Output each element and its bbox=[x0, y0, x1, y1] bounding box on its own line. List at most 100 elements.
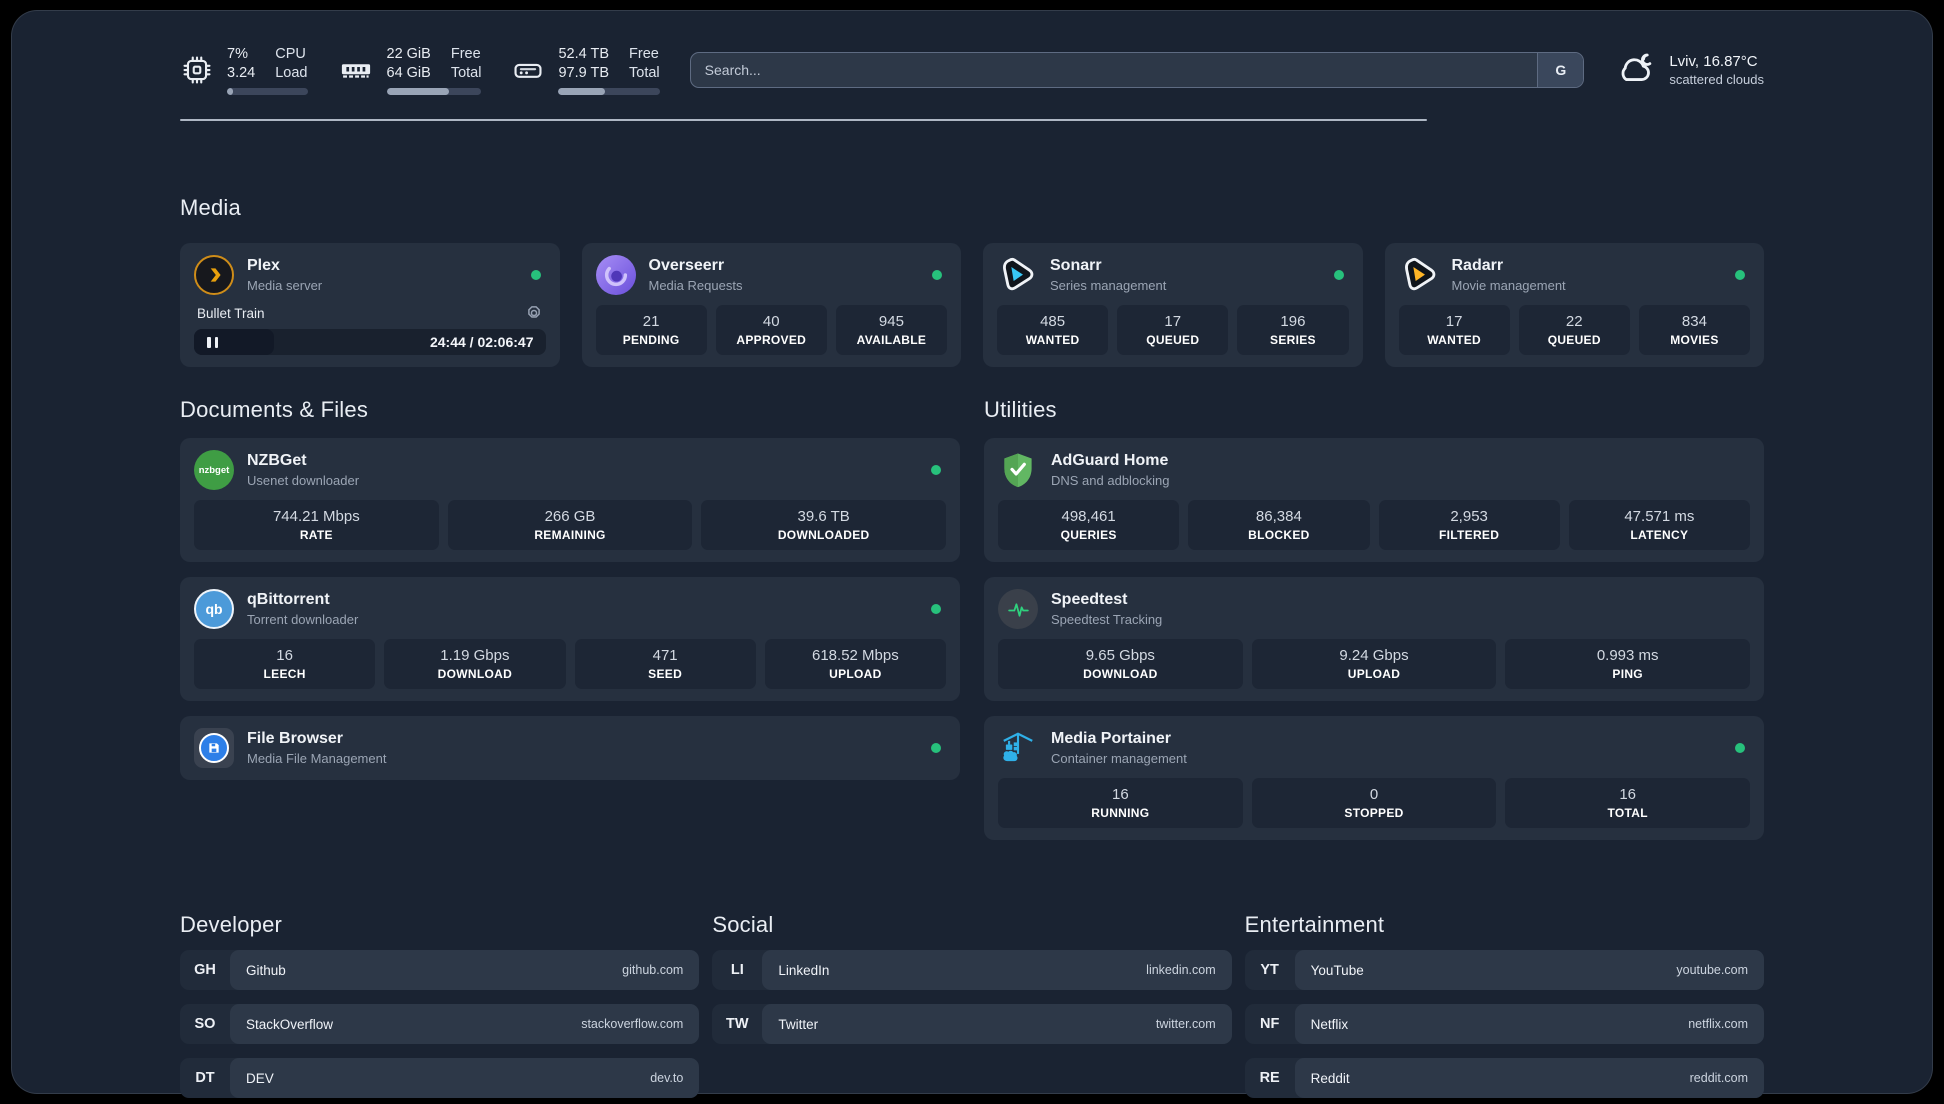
service-subtitle: Speedtest Tracking bbox=[1051, 612, 1163, 627]
service-card-sonarr[interactable]: Sonarr Series management 485 WANTED 17 QUEUED… bbox=[983, 243, 1363, 367]
disk-icon bbox=[511, 53, 545, 87]
bookmark-abbr: GH bbox=[194, 962, 216, 978]
service-card-overseerr[interactable]: Overseerr Media Requests 21 PENDING 40 APPROV… bbox=[581, 243, 961, 367]
service-card-nzbget[interactable]: nzbget NZBGet Usenet downloader 744.21 Mbps… bbox=[180, 438, 960, 562]
service-title: Media Portainer bbox=[1051, 730, 1172, 747]
search-input[interactable] bbox=[690, 53, 1538, 87]
stat-running: 16 RUNNING bbox=[998, 778, 1243, 828]
resource-label-2: Total bbox=[629, 65, 660, 81]
stat-leech: 16 LEECH bbox=[194, 639, 376, 689]
search-engine-button[interactable]: G bbox=[1537, 53, 1584, 87]
status-dot-online bbox=[931, 465, 941, 475]
stat-label: PING bbox=[1612, 667, 1643, 681]
service-card-speedtest[interactable]: Speedtest Speedtest Tracking 9.65 Gbps DOWN… bbox=[984, 577, 1764, 701]
bookmark-name: YouTube bbox=[1310, 962, 1364, 978]
bookmark-name: Twitter bbox=[778, 1016, 819, 1032]
stat-label: WANTED bbox=[1025, 333, 1080, 347]
bookmark-link-youtube[interactable]: YT YouTube youtube.com bbox=[1244, 950, 1764, 990]
service-title: Overseerr bbox=[648, 257, 725, 274]
service-subtitle: Container management bbox=[1051, 751, 1187, 766]
media-card-grid: Plex Media server Bullet Train 24:44 / 02:0… bbox=[180, 243, 1764, 367]
bookmark-abbr: LI bbox=[730, 962, 744, 978]
stat-latency: 47.571 ms LATENCY bbox=[1568, 500, 1750, 550]
section-title-utilities: Utilities bbox=[984, 397, 1057, 422]
service-title: Sonarr bbox=[1050, 257, 1102, 274]
stat-value: 0 bbox=[1369, 786, 1379, 803]
bookmark-name: Github bbox=[246, 962, 286, 978]
stat-queries: 498,461 QUERIES bbox=[998, 500, 1180, 550]
stat-stopped: 0 STOPPED bbox=[1251, 778, 1497, 828]
radarr-icon bbox=[1399, 255, 1439, 295]
stat-download: 9.65 Gbps DOWNLOAD bbox=[998, 639, 1243, 689]
service-subtitle: DNS and adblocking bbox=[1051, 473, 1170, 488]
bookmark-link-linkedin[interactable]: LI LinkedIn linkedin.com bbox=[712, 950, 1232, 990]
weather-widget: Lviv, 16.87°C scattered clouds bbox=[1614, 47, 1764, 94]
bookmark-section-social: Social LI LinkedIn linkedin.com TW Twitter twi… bbox=[712, 912, 1232, 1044]
bookmark-link-dev[interactable]: DT DEV dev.to bbox=[180, 1058, 700, 1098]
stat-value: 40 bbox=[762, 313, 780, 330]
stat-label: DOWNLOAD bbox=[437, 667, 513, 681]
bookmark-link-twitter[interactable]: TW Twitter twitter.com bbox=[712, 1004, 1232, 1044]
stat-label: TOTAL bbox=[1607, 806, 1648, 820]
stat-label: SERIES bbox=[1270, 333, 1316, 347]
stat-value: 618.52 Mbps bbox=[812, 647, 899, 664]
stat-label: PENDING bbox=[622, 333, 680, 347]
bookmark-link-reddit[interactable]: RE Reddit reddit.com bbox=[1244, 1058, 1764, 1098]
bookmark-domain: youtube.com bbox=[1676, 963, 1748, 977]
stat-label: BLOCKED bbox=[1248, 528, 1310, 542]
stat-label: UPLOAD bbox=[1347, 667, 1401, 681]
bookmark-link-stackoverflow[interactable]: SO StackOverflow stackoverflow.com bbox=[180, 1004, 700, 1044]
service-card-portainer[interactable]: Media Portainer Container management 16 RUN… bbox=[984, 716, 1764, 840]
resource-progress-fill bbox=[227, 88, 233, 95]
playback-progress-bar: 24:44 / 02:06:47 bbox=[194, 329, 546, 355]
stat-pending: 21 PENDING bbox=[595, 305, 707, 355]
service-subtitle: Media server bbox=[247, 278, 323, 293]
settings-gear-icon[interactable] bbox=[525, 304, 543, 322]
bookmark-section-developer: Developer GH Github github.com SO StackOverfl… bbox=[180, 912, 700, 1098]
overseerr-icon bbox=[595, 255, 636, 295]
stat-wanted: 485 WANTED bbox=[997, 305, 1109, 355]
bookmark-domain: reddit.com bbox=[1689, 1071, 1748, 1085]
bookmark-link-netflix[interactable]: NF Netflix netflix.com bbox=[1244, 1004, 1764, 1044]
service-title: File Browser bbox=[247, 730, 344, 747]
service-card-filebrowser[interactable]: File Browser Media File Management bbox=[180, 716, 960, 780]
stat-value: 86,384 bbox=[1255, 508, 1302, 525]
section-title-entertainment: Entertainment bbox=[1244, 912, 1385, 937]
header: 7% 3.24 CPU Load 22 GiB 64 GiB Free Total 52.4 T… bbox=[180, 45, 1764, 95]
resource-progress-bar bbox=[227, 88, 308, 95]
service-subtitle: Torrent downloader bbox=[247, 612, 359, 627]
stat-queued: 22 QUEUED bbox=[1518, 305, 1630, 355]
service-title: Plex bbox=[247, 257, 280, 274]
service-card-radarr[interactable]: Radarr Movie management 17 WANTED 22 QUEUED 83… bbox=[1384, 243, 1764, 367]
service-title: Radarr bbox=[1451, 257, 1504, 274]
stat-value: 945 bbox=[878, 313, 904, 330]
resource-value-2: 97.9 TB bbox=[558, 65, 610, 81]
stat-value: 196 bbox=[1280, 313, 1306, 330]
resource-value-1: 52.4 TB bbox=[558, 46, 610, 62]
stat-value: 1.19 Gbps bbox=[440, 647, 510, 664]
pause-button[interactable] bbox=[194, 329, 274, 355]
service-subtitle: Usenet downloader bbox=[247, 473, 360, 488]
stat-rate: 744.21 Mbps RATE bbox=[194, 500, 439, 550]
playback-time: 24:44 / 02:06:47 bbox=[429, 334, 534, 350]
bookmark-domain: linkedin.com bbox=[1146, 963, 1216, 977]
now-playing-widget: Bullet Train 24:44 / 02:06:47 bbox=[194, 302, 546, 355]
stat-value: 9.24 Gbps bbox=[1339, 647, 1409, 664]
bookmark-abbr: SO bbox=[194, 1016, 216, 1032]
weather-condition: scattered clouds bbox=[1669, 72, 1764, 87]
sonarr-icon bbox=[997, 255, 1037, 295]
qbittorrent-icon: qb bbox=[194, 589, 234, 629]
resource-label-2: Load bbox=[275, 65, 308, 81]
stat-value: 485 bbox=[1040, 313, 1066, 330]
bookmark-link-github[interactable]: GH Github github.com bbox=[180, 950, 700, 990]
resource-labels: Free Total bbox=[451, 45, 482, 83]
pause-icon bbox=[214, 336, 218, 348]
service-card-qbittorrent[interactable]: qb qBittorrent Torrent downloader 16 LEECH 1.… bbox=[180, 577, 960, 701]
service-card-adguard[interactable]: AdGuard Home DNS and adblocking 498,461 QUE… bbox=[984, 438, 1764, 562]
stat-value: 17 bbox=[1164, 313, 1182, 330]
stat-remaining: 266 GB REMAINING bbox=[447, 500, 693, 550]
stat-value: 47.571 ms bbox=[1624, 508, 1695, 525]
service-card-plex[interactable]: Plex Media server Bullet Train 24:44 / 02:0… bbox=[180, 243, 560, 367]
service-stats-row: 16 RUNNING 0 STOPPED 16 TOTAL bbox=[998, 778, 1751, 828]
resource-values: 22 GiB 64 GiB bbox=[387, 45, 431, 83]
